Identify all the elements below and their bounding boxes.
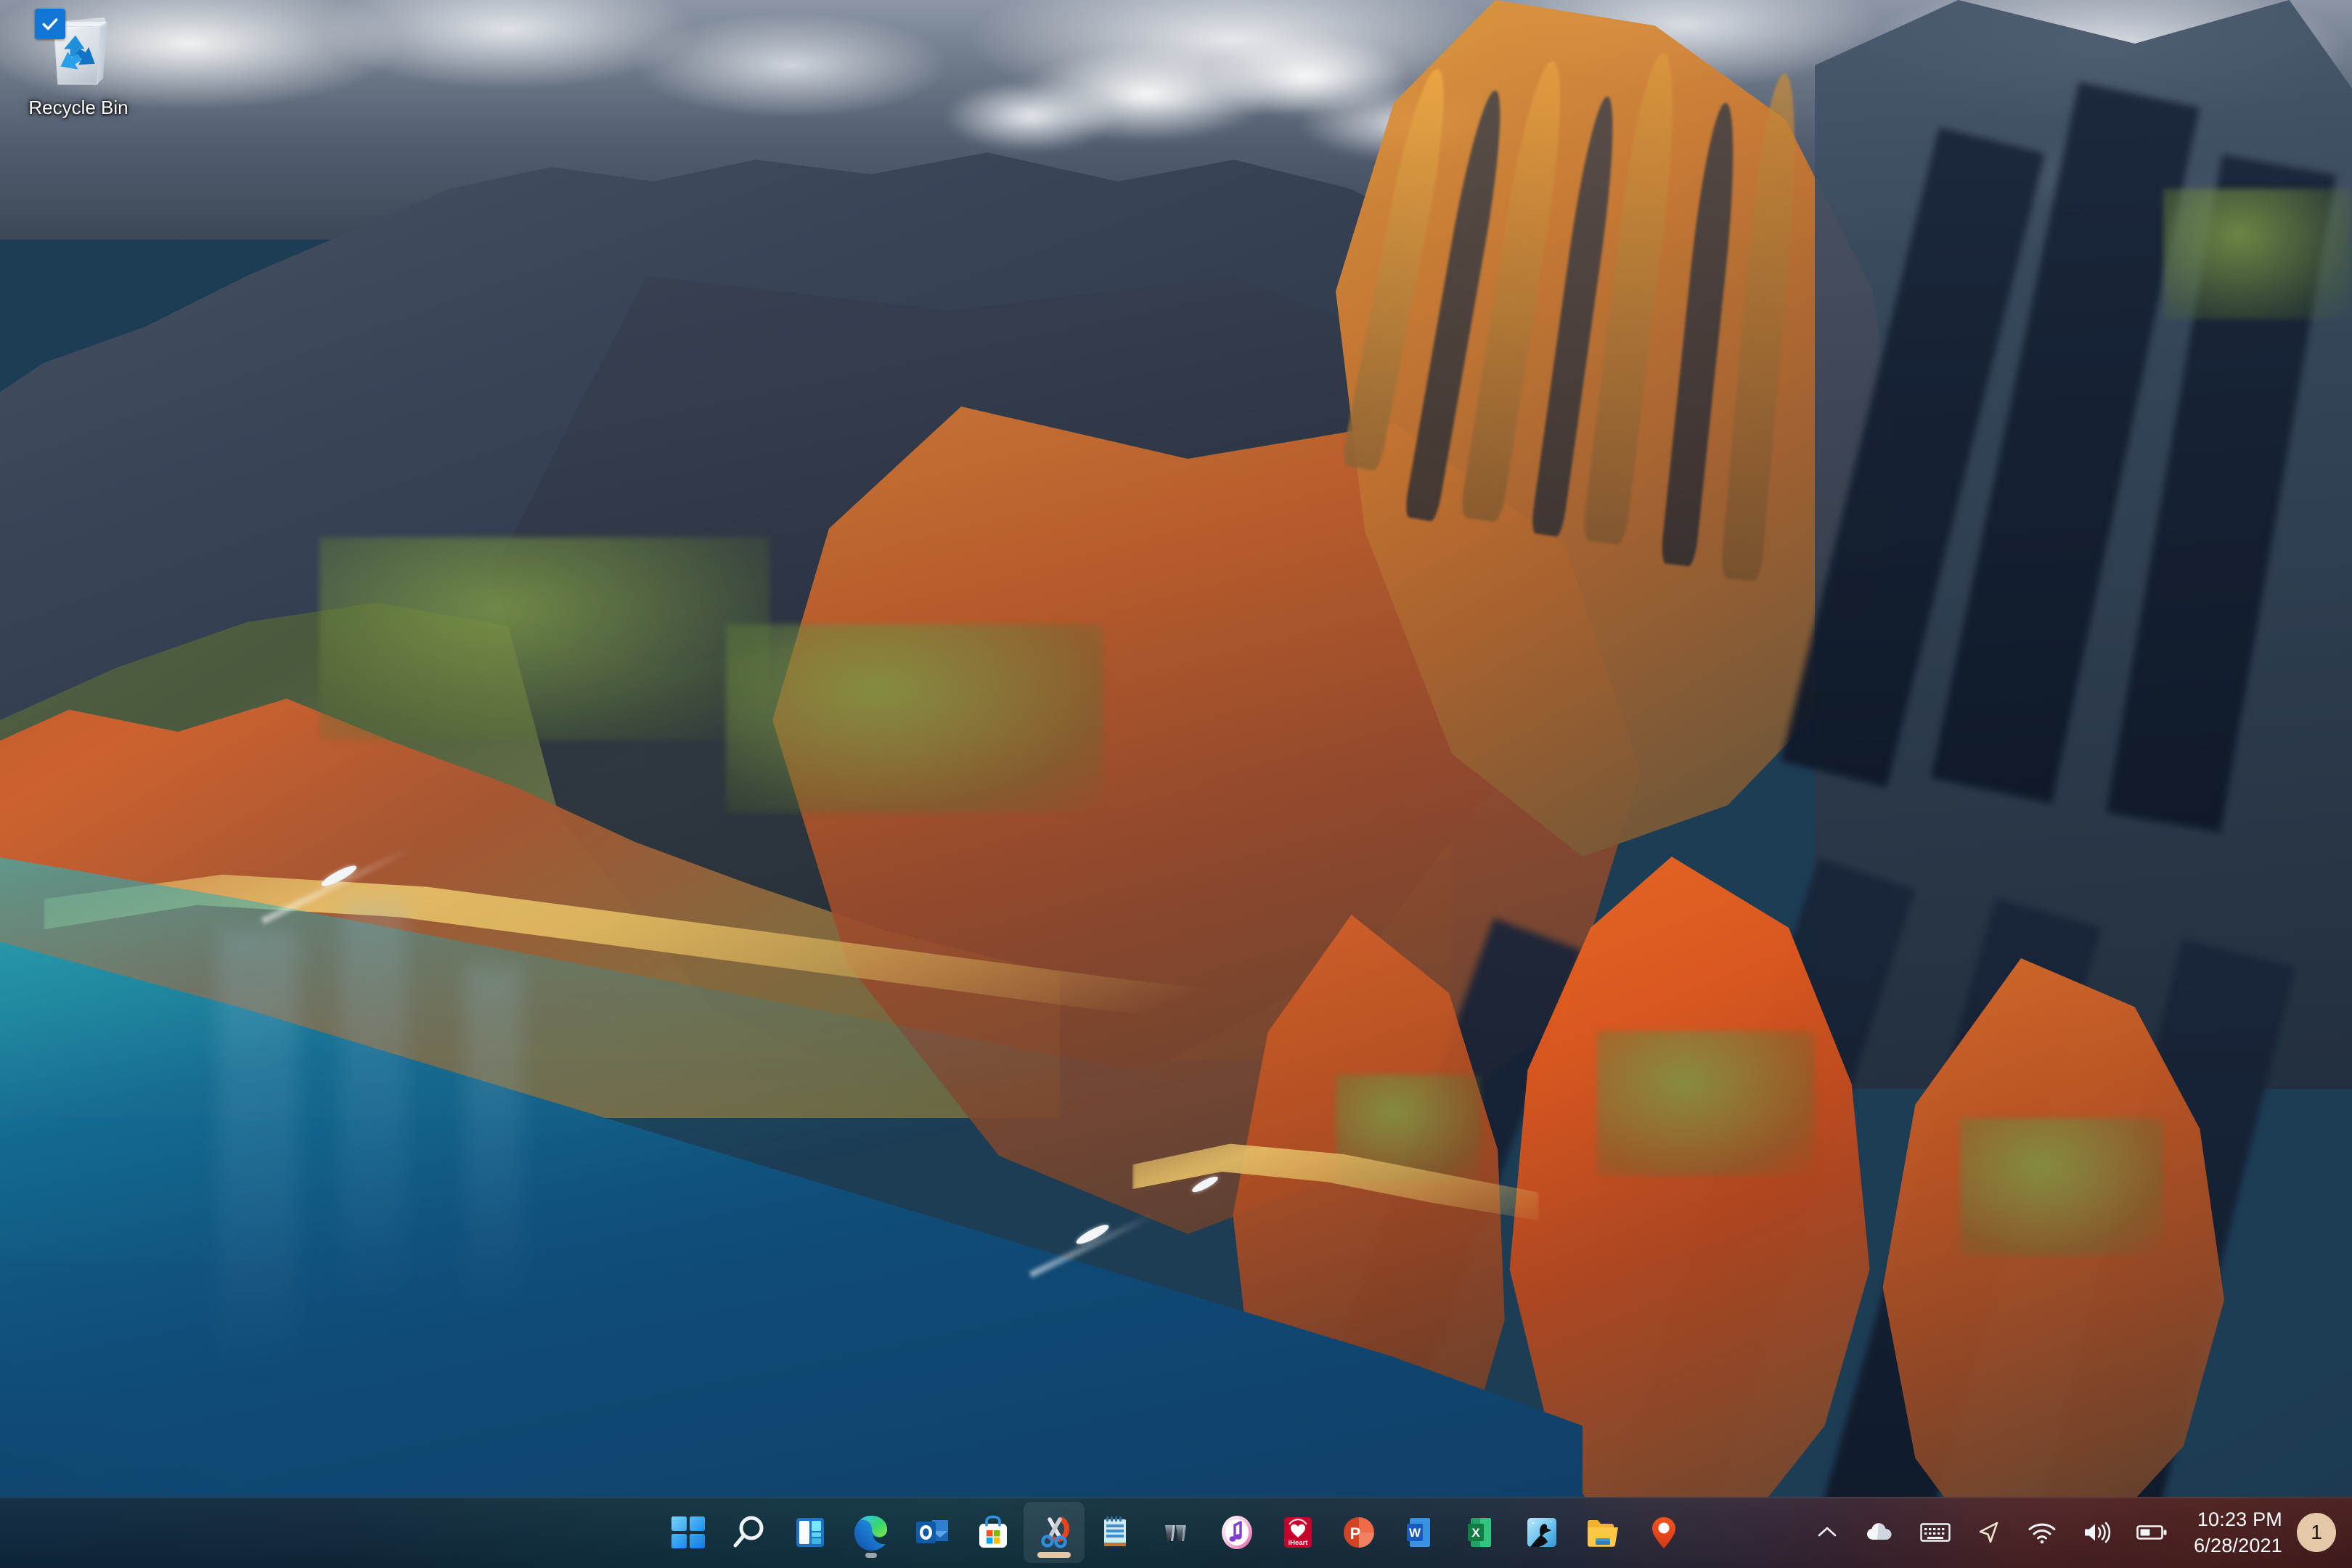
svg-text:X: X bbox=[1471, 1526, 1480, 1540]
taskbar-file-explorer-button[interactable] bbox=[1572, 1502, 1633, 1563]
taskbar-powerpoint-button[interactable]: P bbox=[1328, 1502, 1389, 1563]
taskbar-snipping-tool-button[interactable] bbox=[1024, 1502, 1085, 1563]
tray-touch-keyboard-button[interactable] bbox=[1908, 1504, 1963, 1561]
clock-time: 10:23 PM bbox=[2197, 1508, 2282, 1530]
tray-battery-button[interactable] bbox=[2124, 1504, 2181, 1561]
taskbar-winzip-button[interactable] bbox=[1146, 1502, 1206, 1563]
taskbar-edge-button[interactable] bbox=[841, 1502, 902, 1563]
svg-text:iHeart: iHeart bbox=[1289, 1539, 1309, 1547]
widgets-icon bbox=[796, 1518, 824, 1547]
taskbar-itunes-button[interactable] bbox=[1206, 1502, 1267, 1563]
tray-network-button[interactable] bbox=[2015, 1504, 2069, 1561]
taskbar-kindle-button[interactable] bbox=[1511, 1502, 1572, 1563]
check-icon bbox=[42, 18, 58, 30]
desktop-icon-layer[interactable]: Recycle Bin bbox=[0, 0, 2352, 1495]
cloud-icon bbox=[1867, 1523, 1892, 1540]
wifi-icon bbox=[2028, 1523, 2056, 1544]
kindle-icon bbox=[1527, 1518, 1556, 1547]
taskbar-start-button[interactable] bbox=[658, 1502, 719, 1563]
powerpoint-icon: P bbox=[1344, 1517, 1374, 1548]
location-arrow-icon bbox=[1979, 1522, 1998, 1543]
edge-icon bbox=[854, 1516, 887, 1551]
taskbar-center-cluster[interactable]: iHeart P W X bbox=[658, 1497, 1694, 1568]
taskbar-system-tray[interactable]: 10:23 PM 6/28/2021 1 bbox=[1802, 1497, 2352, 1568]
excel-icon: X bbox=[1468, 1518, 1491, 1547]
tray-onedrive-button[interactable] bbox=[1853, 1504, 1908, 1561]
desktop[interactable]: Recycle Bin iHeart P W X 10:23 PM 6/28/2… bbox=[0, 0, 2352, 1568]
taskbar-excel-button[interactable]: X bbox=[1450, 1502, 1511, 1563]
notification-count: 1 bbox=[2311, 1521, 2322, 1543]
taskbar-word-button[interactable]: W bbox=[1389, 1502, 1450, 1563]
taskbar-maps-button[interactable] bbox=[1633, 1502, 1694, 1563]
keyboard-icon bbox=[1920, 1523, 1951, 1542]
tray-location-button[interactable] bbox=[1963, 1504, 2015, 1561]
tray-overflow-button[interactable] bbox=[1802, 1504, 1853, 1561]
folder-icon bbox=[1588, 1520, 1618, 1547]
tray-volume-button[interactable] bbox=[2069, 1504, 2124, 1561]
itunes-icon bbox=[1222, 1516, 1252, 1549]
taskbar-microsoft-store-button[interactable] bbox=[963, 1502, 1024, 1563]
taskbar-clock[interactable]: 10:23 PM 6/28/2021 bbox=[2181, 1504, 2292, 1561]
battery-icon bbox=[2136, 1525, 2167, 1540]
microsoft-store-icon bbox=[979, 1515, 1007, 1548]
snipping-tool-icon bbox=[1041, 1516, 1069, 1548]
taskbar-iheartradio-button[interactable]: iHeart bbox=[1267, 1502, 1328, 1563]
taskbar-notepad-button[interactable] bbox=[1085, 1502, 1146, 1563]
notepad-icon bbox=[1104, 1516, 1126, 1546]
taskbar-widgets-button[interactable] bbox=[780, 1502, 841, 1563]
iheartradio-icon: iHeart bbox=[1284, 1517, 1312, 1548]
speaker-icon bbox=[2085, 1522, 2111, 1543]
outlook-icon bbox=[916, 1520, 948, 1543]
clock-date: 6/28/2021 bbox=[2194, 1535, 2282, 1556]
taskbar-search-button[interactable] bbox=[719, 1502, 780, 1563]
taskbar[interactable]: iHeart P W X 10:23 PM 6/28/2021 1 bbox=[0, 1497, 2352, 1568]
svg-text:P: P bbox=[1350, 1524, 1361, 1543]
taskbar-running-indicator bbox=[865, 1553, 877, 1558]
onedrive-sync-check-badge bbox=[35, 9, 65, 39]
taskbar-active-indicator bbox=[1037, 1552, 1071, 1558]
search-icon bbox=[733, 1516, 764, 1548]
chevron-up-icon bbox=[1818, 1527, 1837, 1537]
recycle-bin-glyph-wrap bbox=[35, 9, 118, 90]
windows-logo-icon bbox=[671, 1516, 705, 1548]
notification-badge[interactable]: 1 bbox=[2297, 1513, 2336, 1552]
desktop-icon-recycle-bin[interactable]: Recycle Bin bbox=[13, 9, 144, 121]
taskbar-outlook-button[interactable] bbox=[902, 1502, 963, 1563]
winzip-w-icon bbox=[1165, 1525, 1186, 1541]
map-pin-icon bbox=[1652, 1517, 1675, 1548]
word-icon: W bbox=[1407, 1518, 1430, 1547]
desktop-icon-label: Recycle Bin bbox=[28, 97, 128, 118]
svg-text:W: W bbox=[1409, 1526, 1421, 1540]
